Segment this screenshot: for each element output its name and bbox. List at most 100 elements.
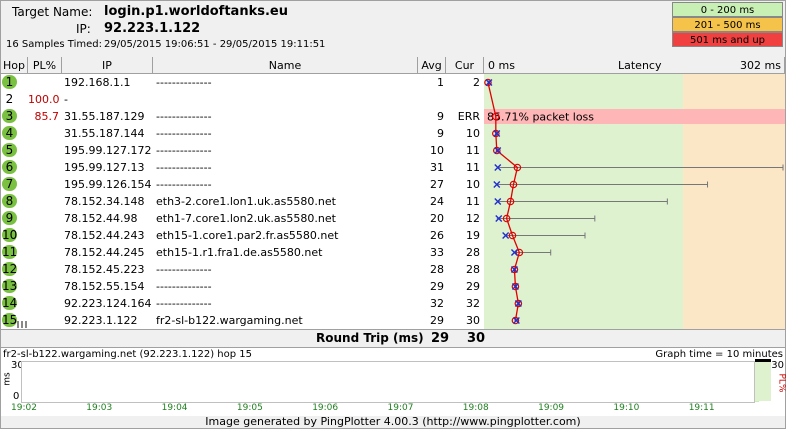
round-trip-bar: Round Trip (ms) 29 30 [1, 329, 785, 347]
hop-avg: 29 [430, 314, 444, 327]
packet-loss [28, 261, 59, 278]
hop-ip: 31.55.187.129 [64, 110, 145, 123]
col-hop[interactable]: Hop [1, 57, 28, 74]
hop-ip: 78.152.55.154 [64, 280, 145, 293]
hop-cur: ERR [457, 110, 480, 123]
table-row[interactable]: 7 195.99.126.154 -------------- 27 10 [1, 176, 484, 193]
table-row[interactable]: 9 78.152.44.98 eth1-7.core1.lon2.uk.as5580… [1, 210, 484, 227]
hop-avg: 32 [430, 297, 444, 310]
hop-ip: 92.223.124.164 [64, 297, 152, 310]
hop-avg: 10 [430, 144, 444, 157]
col-pl[interactable]: PL% [28, 57, 62, 74]
packet-loss [28, 193, 59, 210]
hop-avg: 28 [430, 263, 444, 276]
timeline-tick: 19:03 [86, 403, 113, 413]
packet-loss [28, 210, 59, 227]
col-cur[interactable]: Cur [446, 57, 484, 74]
hop-ip: 195.99.127.172 [64, 144, 152, 157]
table-row[interactable]: 4 31.55.187.144 -------------- 9 10 [1, 125, 484, 142]
hop-avg: 9 [437, 110, 444, 123]
table-row[interactable]: 15 92.223.1.122 fr2-sl-b122.wargaming.net 2… [1, 312, 484, 329]
packet-loss [28, 312, 59, 329]
hop-ip: 192.168.1.1 [64, 76, 131, 89]
hop-avg: 33 [430, 246, 444, 259]
legend-warn: 201 - 500 ms [672, 17, 783, 32]
table-row[interactable]: 2 100.0- [1, 91, 484, 108]
hop-avg: 27 [430, 178, 444, 191]
table-row[interactable]: 11 78.152.44.245 eth15-1.r1.fra1.de.as5580… [1, 244, 484, 261]
hop-name: fr2-sl-b122.wargaming.net [156, 314, 303, 327]
hop-ip: 78.152.44.98 [64, 212, 138, 225]
hop-number: 13 [2, 279, 18, 293]
hop-number: 2 [5, 92, 14, 106]
hop-cur: 10 [466, 127, 480, 140]
hop-avg: 26 [430, 229, 444, 242]
hop-name: -------------- [156, 127, 212, 140]
table-row[interactable]: 3 85.7 31.55.187.129 -------------- 9 ERR [1, 108, 484, 125]
table-row[interactable]: 14 92.223.124.164 -------------- 32 32 [1, 295, 484, 312]
hop-ip: 195.99.127.13 [64, 161, 145, 174]
hop-cur: 10 [466, 178, 480, 191]
hop-number: 6 [2, 160, 17, 174]
hop-cur: 29 [466, 280, 480, 293]
table-row[interactable]: 6 195.99.127.13 -------------- 31 11 [1, 159, 484, 176]
hop-number: 7 [2, 177, 17, 191]
hop-number: 9 [2, 211, 17, 225]
table-row[interactable]: 12 78.152.45.223 -------------- 28 28 [1, 261, 484, 278]
hop-name: eth1-7.core1.lon2.uk.as5580.net [156, 212, 336, 225]
hop-cur: 11 [466, 195, 480, 208]
col-name[interactable]: Name [153, 57, 418, 74]
hop-number: 15 [2, 313, 18, 327]
hop-avg [418, 91, 444, 108]
hop-table: Hop PL% IP Name Avg Cur 0 ms Latency 302… [1, 57, 785, 329]
hop-name: eth3-2.core1.lon1.uk.as5580.net [156, 195, 336, 208]
packet-loss-note: 85.71% packet loss [487, 111, 594, 124]
hop-cur: 32 [466, 297, 480, 310]
latency-header: Latency [618, 59, 662, 72]
footer-credit: Image generated by PingPlotter 4.00.3 (h… [205, 415, 581, 428]
hop-ip: 78.152.44.245 [64, 246, 145, 259]
table-row[interactable]: 5 195.99.127.172 -------------- 10 11 [1, 142, 484, 159]
timeline-tick: 19:11 [688, 403, 715, 413]
table-row[interactable]: 10 78.152.44.243 eth15-1.core1.par2.fr.as5… [1, 227, 484, 244]
legend-bad: 501 ms and up [672, 32, 783, 47]
timeline-tick: 19:05 [236, 403, 263, 413]
hop-cur: 19 [466, 229, 480, 242]
hop-name: -------------- [156, 263, 212, 276]
hop-number: 12 [2, 262, 18, 276]
col-avg[interactable]: Avg [418, 57, 446, 74]
table-row[interactable]: 8 78.152.34.148 eth3-2.core1.lon1.uk.as558… [1, 193, 484, 210]
hop-name: eth15-1.r1.fra1.de.as5580.net [156, 246, 323, 259]
hop-avg: 20 [430, 212, 444, 225]
samples-value: 29/05/2015 19:06:51 - 29/05/2015 19:11:5… [104, 39, 326, 50]
timeline-tick: 19:02 [11, 403, 37, 413]
packet-loss: 85.7 [34, 110, 60, 123]
round-trip-label: Round Trip (ms) [316, 331, 424, 345]
timeline-tick: 19:06 [312, 403, 339, 413]
target-name-value: login.p1.worldoftanks.eu [104, 4, 288, 19]
packet-loss: 100.0 [28, 93, 60, 106]
packet-loss [28, 176, 59, 193]
timeline-tick: 19:08 [462, 403, 489, 413]
packet-loss [28, 142, 59, 159]
hop-ip: 92.223.1.122 [64, 314, 138, 327]
scale-max: 302 ms [740, 59, 781, 72]
timeline-right-axis: 30 [771, 360, 784, 371]
timeline-tick: 19:07 [387, 403, 414, 413]
hop-number: 1 [2, 75, 17, 89]
col-latency[interactable]: 0 ms Latency 302 ms [484, 57, 785, 74]
hop-bars-icon [17, 321, 27, 328]
hop-name: -------------- [156, 297, 212, 310]
round-trip-cur: 30 [467, 331, 486, 346]
packet-loss [28, 74, 59, 91]
hop-number: 5 [2, 143, 17, 157]
hop-number: 14 [2, 296, 18, 310]
hop-cur: 11 [466, 161, 480, 174]
table-row[interactable]: 13 78.152.55.154 -------------- 29 29 [1, 278, 484, 295]
table-row[interactable]: 1 192.168.1.1 -------------- 1 2 [1, 74, 484, 91]
col-ip[interactable]: IP [62, 57, 153, 74]
hop-number: 10 [2, 228, 18, 242]
hop-ip: - [64, 93, 68, 106]
hop-name: -------------- [156, 110, 212, 123]
packet-loss [28, 244, 59, 261]
